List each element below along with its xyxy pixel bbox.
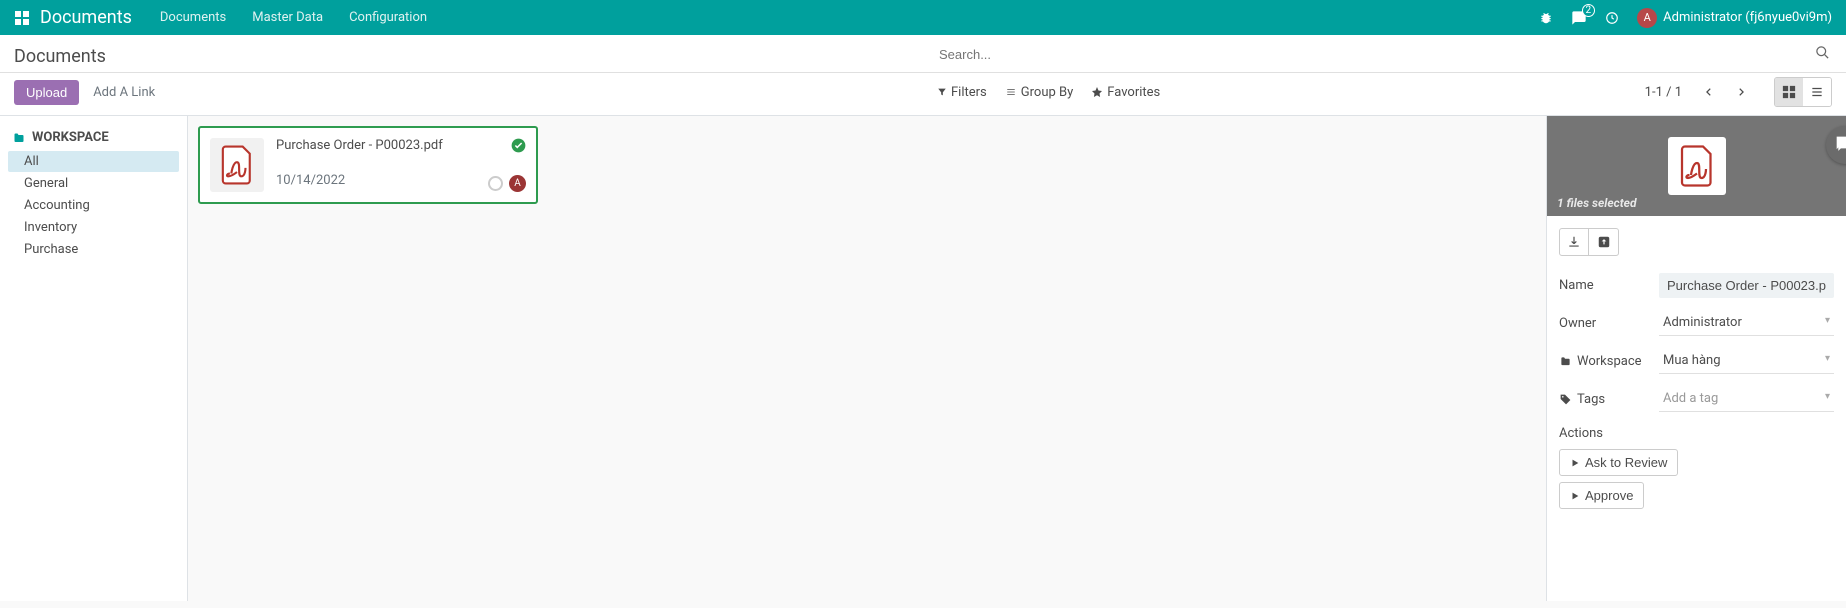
actions-title: Actions	[1559, 426, 1834, 441]
card-filename: Purchase Order - P00023.pdf	[276, 138, 526, 153]
nav-links: Documents Master Data Configuration	[160, 10, 427, 25]
view-kanban-button[interactable]	[1775, 78, 1803, 106]
details-panel: 1 files selected Name Owner	[1546, 116, 1846, 601]
search-input[interactable]	[937, 41, 1832, 68]
workspace-header: WORKSPACE	[8, 130, 179, 145]
nav-link-configuration[interactable]: Configuration	[349, 10, 427, 25]
selected-count: 1 files selected	[1557, 196, 1637, 210]
pager-next[interactable]	[1728, 79, 1754, 105]
sidebar-item-inventory[interactable]: Inventory	[8, 217, 179, 238]
document-card[interactable]: Purchase Order - P00023.pdf 10/14/2022 A	[198, 126, 538, 204]
page-title: Documents	[14, 46, 909, 67]
details-header: 1 files selected	[1547, 116, 1846, 216]
workspace-header-label: WORKSPACE	[32, 130, 109, 145]
name-label: Name	[1559, 278, 1659, 293]
sidebar: WORKSPACE All General Accounting Invento…	[0, 116, 188, 601]
top-navbar: Documents Documents Master Data Configur…	[0, 0, 1846, 35]
owner-label: Owner	[1559, 316, 1659, 331]
tags-select[interactable]: Add a tag ▾	[1659, 386, 1834, 412]
approve-button[interactable]: Approve	[1559, 482, 1644, 509]
download-button[interactable]	[1559, 228, 1589, 256]
workspace-select[interactable]: Mua hàng ▾	[1659, 348, 1834, 374]
chevron-down-icon: ▾	[1825, 315, 1830, 326]
nav-link-documents[interactable]: Documents	[160, 10, 226, 25]
content-area: Purchase Order - P00023.pdf 10/14/2022 A	[188, 116, 1546, 601]
favorites-button[interactable]: Favorites	[1091, 85, 1160, 100]
clock-icon[interactable]	[1605, 11, 1619, 25]
apps-icon[interactable]	[14, 10, 30, 26]
favorites-label: Favorites	[1107, 85, 1160, 100]
messages-icon[interactable]: 2	[1571, 10, 1587, 26]
approve-label: Approve	[1585, 488, 1633, 503]
app-brand[interactable]: Documents	[40, 7, 132, 28]
owner-avatar: A	[509, 175, 526, 192]
view-switcher	[1774, 77, 1832, 107]
check-icon	[511, 138, 526, 153]
user-menu[interactable]: A Administrator (fj6nyue0vi9m)	[1637, 8, 1832, 28]
filters-button[interactable]: Filters	[937, 85, 987, 100]
search-icon[interactable]	[1815, 45, 1830, 60]
pager-prev[interactable]	[1696, 79, 1722, 105]
sidebar-item-all[interactable]: All	[8, 151, 179, 172]
main-area: WORKSPACE All General Accounting Invento…	[0, 116, 1846, 601]
activity-icon[interactable]	[488, 176, 503, 191]
workspace-label-text: Workspace	[1577, 354, 1642, 369]
sidebar-item-purchase[interactable]: Purchase	[8, 239, 179, 260]
share-button[interactable]	[1589, 228, 1619, 256]
user-avatar: A	[1637, 8, 1657, 28]
tags-placeholder: Add a tag	[1663, 391, 1718, 406]
user-name: Administrator (fj6nyue0vi9m)	[1663, 10, 1832, 25]
group-by-button[interactable]: Group By	[1005, 85, 1074, 100]
nav-right: 2 A Administrator (fj6nyue0vi9m)	[1539, 8, 1832, 28]
chevron-down-icon: ▾	[1825, 353, 1830, 364]
bug-icon[interactable]	[1539, 11, 1553, 25]
filters-label: Filters	[951, 85, 987, 100]
view-list-button[interactable]	[1803, 78, 1831, 106]
ask-to-review-label: Ask to Review	[1585, 455, 1667, 470]
chevron-down-icon: ▾	[1825, 391, 1830, 402]
pager-text: 1-1 / 1	[1645, 85, 1682, 100]
nav-link-master-data[interactable]: Master Data	[252, 10, 323, 25]
pdf-icon	[210, 138, 264, 192]
control-row: Upload Add A Link Filters Group By Favor…	[0, 73, 1846, 116]
header-row: Documents	[0, 35, 1846, 73]
group-by-label: Group By	[1021, 85, 1074, 100]
owner-select[interactable]: Administrator ▾	[1659, 310, 1834, 336]
name-input[interactable]	[1659, 273, 1834, 298]
messages-badge: 2	[1582, 4, 1596, 17]
workspace-value: Mua hàng	[1663, 353, 1721, 368]
sidebar-item-accounting[interactable]: Accounting	[8, 195, 179, 216]
tags-label: Tags	[1559, 392, 1659, 407]
tags-label-text: Tags	[1577, 392, 1605, 407]
upload-button[interactable]: Upload	[14, 80, 79, 105]
pdf-icon-large	[1668, 137, 1726, 195]
workspace-label: Workspace	[1559, 354, 1659, 369]
add-link-button[interactable]: Add A Link	[93, 85, 155, 100]
ask-to-review-button[interactable]: Ask to Review	[1559, 449, 1678, 476]
sidebar-item-general[interactable]: General	[8, 173, 179, 194]
owner-value: Administrator	[1663, 315, 1742, 330]
